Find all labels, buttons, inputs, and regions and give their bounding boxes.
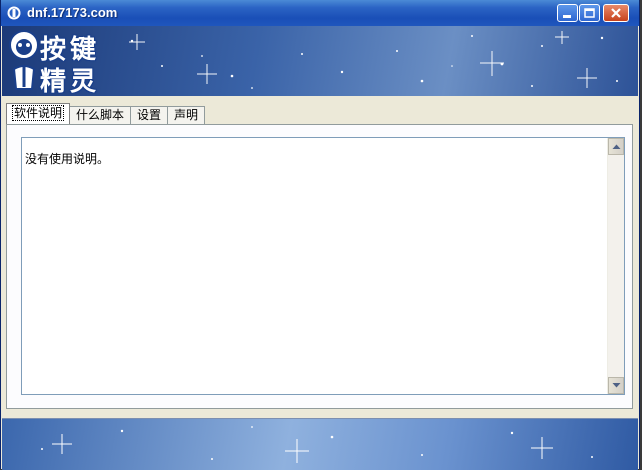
tab-strip: 软件说明 什么脚本 设置 声明 (6, 103, 206, 124)
logo-char: 灵 (70, 67, 97, 96)
app-logo: 按 键 精 灵 (6, 29, 106, 96)
tab-label: 设置 (137, 108, 162, 122)
arrow-down-icon (612, 383, 621, 388)
scroll-down-button[interactable] (608, 377, 624, 394)
logo-char: 精 (40, 67, 67, 96)
tab-label: 什么脚本 (76, 108, 125, 122)
tab-label: 软件说明 (11, 105, 65, 121)
arrow-up-icon (612, 144, 621, 149)
footer-banner (2, 418, 638, 470)
minimize-icon (563, 15, 571, 18)
maximize-icon (584, 8, 595, 18)
maximize-button[interactable] (579, 4, 600, 22)
vertical-scrollbar[interactable] (607, 138, 624, 394)
description-text: 没有使用说明。 (25, 152, 110, 166)
tab-which-script[interactable]: 什么脚本 (69, 106, 132, 124)
title-bar[interactable]: dnf.17173.com (1, 0, 639, 26)
window-title: dnf.17173.com (27, 5, 118, 20)
tab-statement[interactable]: 声明 (167, 106, 206, 124)
tab-settings[interactable]: 设置 (130, 106, 169, 124)
window-controls (556, 4, 629, 22)
header-banner: 按 键 精 灵 (2, 26, 638, 96)
app-globe-icon (7, 6, 21, 20)
scroll-up-button[interactable] (608, 138, 624, 155)
minimize-button[interactable] (557, 4, 578, 22)
tab-panel: 没有使用说明。 (6, 124, 633, 409)
close-icon (611, 8, 621, 18)
footer-stars (41, 426, 593, 463)
tab-software-info[interactable]: 软件说明 (6, 103, 71, 124)
divider (2, 410, 638, 418)
description-textarea[interactable]: 没有使用说明。 (21, 137, 625, 395)
app-window: dnf.17173.com 按 键 精 灵 软件说明 什么脚本 设置 声明 没有… (0, 0, 640, 470)
tab-label: 声明 (174, 108, 199, 122)
close-button[interactable] (603, 4, 629, 22)
